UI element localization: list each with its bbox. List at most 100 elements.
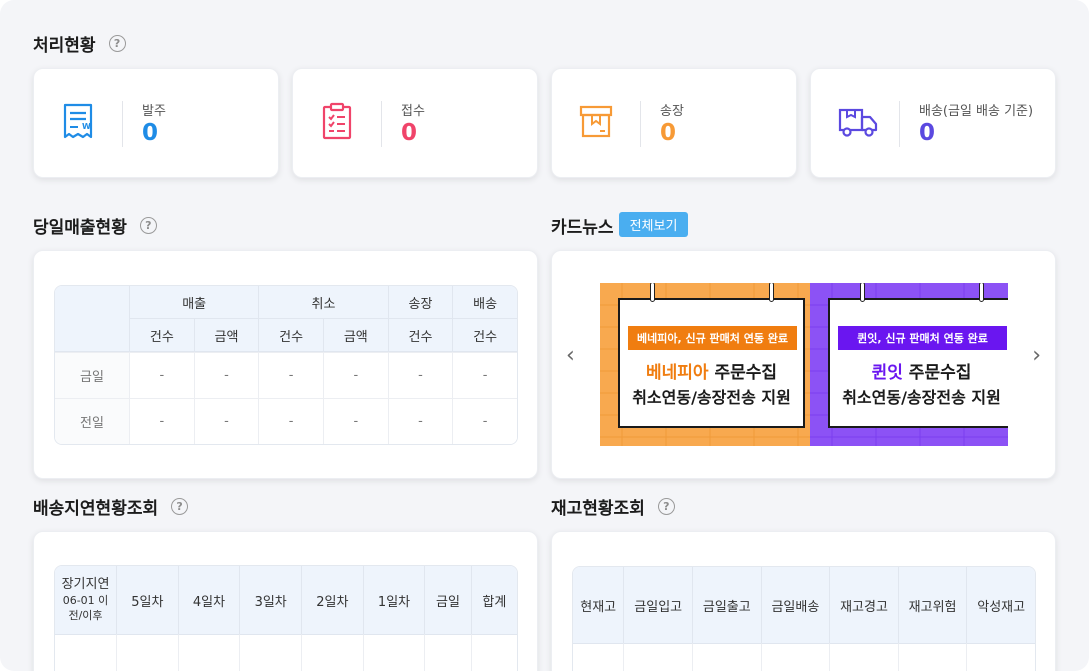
table-subheader: 건수 (258, 319, 323, 352)
banner-board: 퀸잇, 신규 판매처 연동 완료 퀸잇 주문수집 취소연동/송장전송 지원 (828, 283, 1008, 428)
table-cell: - (387, 352, 453, 398)
table-header: 금일출고 (692, 567, 761, 643)
svg-text:W: W (82, 122, 91, 131)
stat-divider (640, 101, 641, 147)
table-header: 현재고 (573, 567, 624, 643)
banner-headline-suffix: 주문수집 (708, 363, 778, 383)
cardnews-title: 카드뉴스 (551, 218, 614, 238)
stat-label: 배송(금일 배송 기준) (919, 104, 1034, 119)
table-header: 1일차 (362, 566, 425, 634)
table-row (55, 634, 517, 671)
status-card-order[interactable]: W 발주 0 (33, 68, 279, 178)
help-icon[interactable]: ? (108, 35, 126, 52)
long-delay-date: 06-01 이 (62, 593, 109, 607)
table-cell: - (452, 398, 517, 444)
table-header-long-delay: 장기지연 06-01 이 전/이후 (55, 566, 116, 634)
banner-hook (769, 283, 774, 302)
inventory-card: 현재고 금일입고 금일출고 금일배송 재고경고 재고위험 악성재고 (551, 531, 1056, 671)
table-cell: - (322, 398, 388, 444)
table-cell: - (387, 398, 453, 444)
table-header: 재고경고 (829, 567, 898, 643)
table-header: 5일차 (116, 566, 178, 634)
box-icon (579, 105, 613, 138)
table-subheader: 건수 (387, 319, 453, 352)
view-all-button[interactable]: 전체보기 (619, 212, 688, 237)
table-cell: - (322, 352, 388, 398)
inventory-title: 재고현황조회 (551, 499, 645, 519)
cardnews-carousel: 베네피아, 신규 판매처 연동 완료 베네피아 주문수집 취소연동/송장전송 지… (600, 283, 1008, 446)
stat-value: 0 (660, 120, 677, 146)
table-subheader: 금액 (322, 319, 388, 352)
table-subheader: 건수 (129, 319, 194, 352)
banner-subline: 취소연동/송장전송 지원 (842, 388, 1001, 407)
banner-hook (650, 283, 655, 302)
table-cell: - (129, 398, 194, 444)
inventory-section-title: 재고현황조회 ? (551, 494, 675, 519)
status-section-title: 처리현황 ? (33, 31, 126, 56)
clipboard-checklist-icon (322, 102, 352, 140)
table-header: 2일차 (301, 566, 363, 634)
dashboard: 처리현황 ? W 발주 0 접수 0 송장 0 배송(금일 배송 기준) 0 당… (0, 0, 1089, 671)
status-card-receive[interactable]: 접수 0 (292, 68, 538, 178)
status-card-shipping[interactable]: 배송(금일 배송 기준) 0 (810, 68, 1056, 178)
stat-divider (122, 101, 123, 147)
delivery-truck-icon (838, 108, 878, 137)
table-header: 금일입고 (623, 567, 692, 643)
sales-table: 매출 취소 송장 배송 건수 금액 건수 금액 건수 건수 금일 - - - -… (54, 285, 518, 445)
table-cell: - (452, 352, 517, 398)
banner-headline: 퀸잇 주문수집 (830, 358, 1008, 383)
table-header: 금일 (424, 566, 471, 634)
row-label: 전일 (55, 398, 129, 444)
table-row (573, 643, 1035, 671)
banner-tag: 퀸잇, 신규 판매처 연동 완료 (838, 326, 1007, 350)
help-icon[interactable]: ? (657, 498, 675, 515)
banner-headline-suffix: 주문수집 (902, 363, 972, 383)
table-cell: - (129, 352, 194, 398)
row-label: 금일 (55, 352, 129, 398)
table-cell: - (193, 352, 259, 398)
status-title: 처리현황 (33, 36, 96, 56)
banner-tag: 베네피아, 신규 판매처 연동 완료 (628, 326, 797, 350)
chevron-right-icon[interactable]: › (1032, 343, 1041, 368)
stat-label: 송장 (660, 104, 684, 119)
table-subheader: 금액 (193, 319, 259, 352)
table-group-header: 배송 (452, 286, 517, 319)
help-icon[interactable]: ? (139, 217, 157, 234)
long-delay-label: 장기지연 (61, 577, 110, 593)
stat-value: 0 (142, 120, 159, 146)
banner-headline: 베네피아 주문수집 (620, 358, 803, 383)
banner-subline: 취소연동/송장전송 지원 (632, 388, 791, 407)
table-group-header: 매출 (129, 286, 259, 319)
sales-card: 매출 취소 송장 배송 건수 금액 건수 금액 건수 건수 금일 - - - -… (33, 250, 538, 479)
stat-value: 0 (401, 120, 418, 146)
stat-divider (899, 101, 900, 147)
delay-title: 배송지연현황조회 (33, 499, 159, 519)
stat-divider (381, 101, 382, 147)
sales-section-title: 당일매출현황 ? (33, 213, 157, 238)
table-subheader: 건수 (452, 319, 517, 352)
table-header: 합계 (470, 566, 517, 634)
chevron-left-icon[interactable]: ‹ (566, 343, 575, 368)
long-delay-date-suffix: 전/이후 (68, 608, 103, 622)
table-cell: - (193, 398, 259, 444)
delay-section-title: 배송지연현황조회 ? (33, 494, 189, 519)
table-cell: - (258, 398, 323, 444)
table-header: 재고위험 (897, 567, 967, 643)
sales-title: 당일매출현황 (33, 218, 127, 238)
table-row: 전일 - - - - - - (55, 398, 517, 444)
news-banner[interactable]: 베네피아, 신규 판매처 연동 완료 베네피아 주문수집 취소연동/송장전송 지… (600, 283, 810, 446)
help-icon[interactable]: ? (171, 498, 189, 515)
table-header: 금일배송 (760, 567, 830, 643)
inventory-table: 현재고 금일입고 금일출고 금일배송 재고경고 재고위험 악성재고 (572, 566, 1036, 671)
table-group-header: 송장 (387, 286, 453, 319)
delay-card: 장기지연 06-01 이 전/이후 5일차 4일차 3일차 2일차 1일차 금일… (33, 531, 538, 671)
table-cell: - (258, 352, 323, 398)
table-corner (55, 286, 129, 352)
banner-brand: 퀸잇 (871, 363, 903, 383)
cardnews-section-title: 카드뉴스 (551, 213, 614, 238)
status-card-invoice[interactable]: 송장 0 (551, 68, 797, 178)
stat-label: 발주 (142, 104, 166, 119)
cardnews-card: ‹ › 베네피아, 신규 판매처 연동 완료 베네피아 주문수집 취소연동/송장… (551, 250, 1056, 479)
news-banner[interactable]: 퀸잇, 신규 판매처 연동 완료 퀸잇 주문수집 취소연동/송장전송 지원 (810, 283, 1008, 446)
banner-board: 베네피아, 신규 판매처 연동 완료 베네피아 주문수집 취소연동/송장전송 지… (618, 283, 805, 428)
